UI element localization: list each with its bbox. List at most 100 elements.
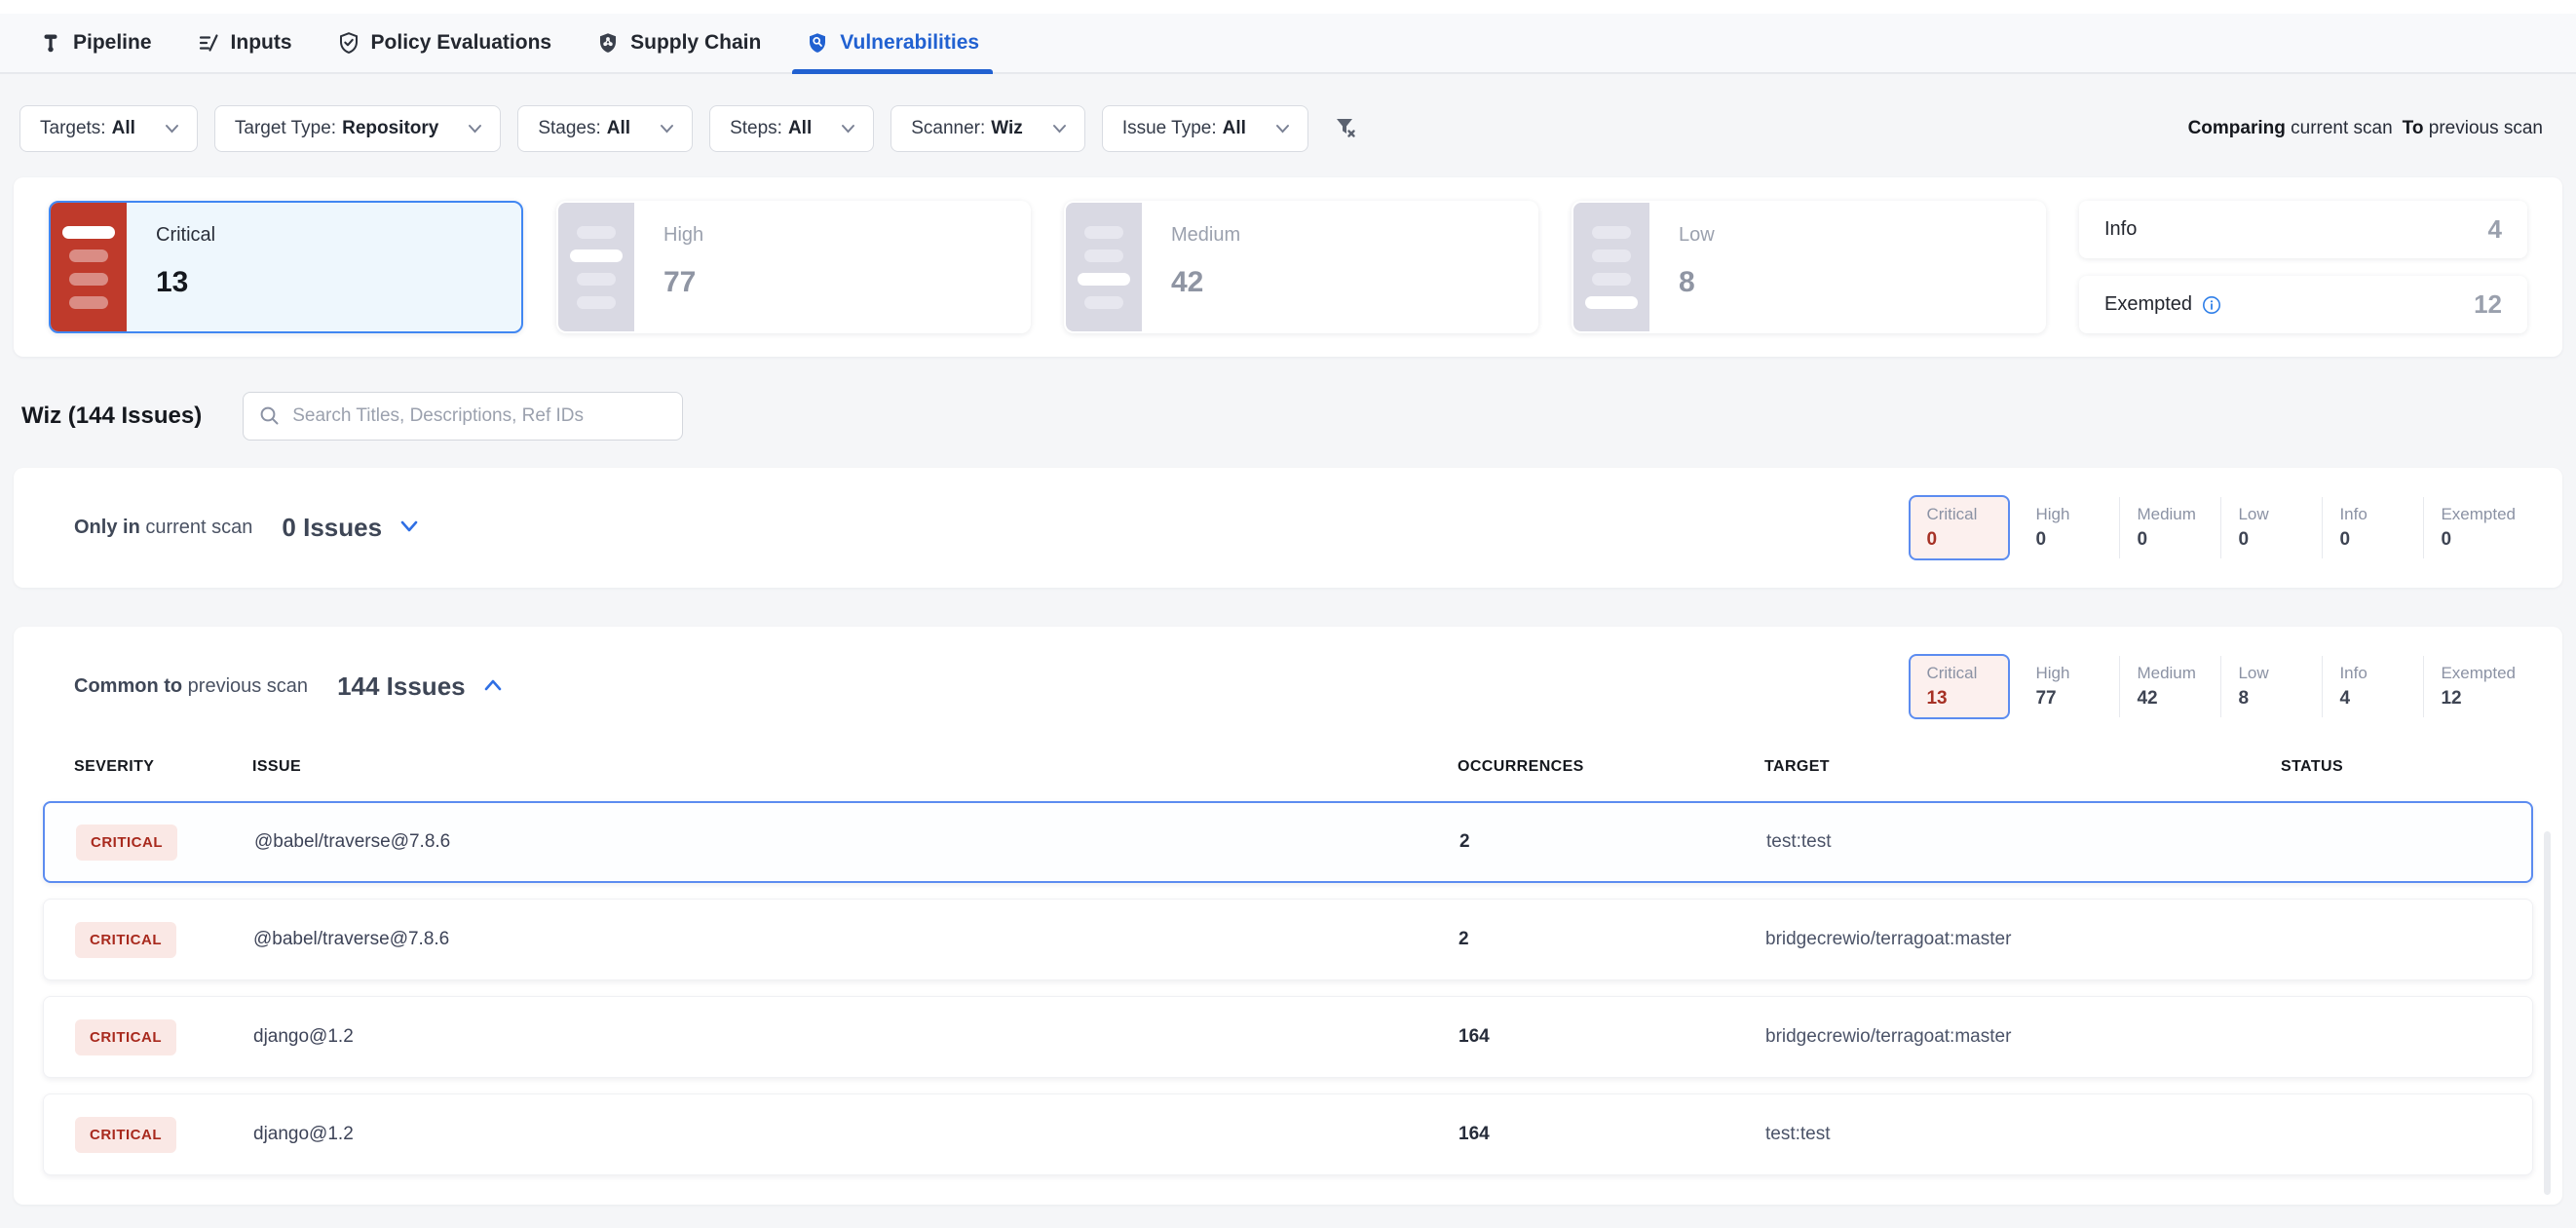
severity-card-label: Medium <box>1171 224 1240 247</box>
table-row[interactable]: CRITICAL django@1.2 164 bridgecrewio/ter… <box>43 996 2533 1078</box>
severity-meter-icon <box>1066 203 1142 331</box>
chip-high[interactable]: High 77 <box>2018 654 2119 719</box>
severity-card-label: Critical <box>156 224 215 247</box>
chip-medium[interactable]: Medium 42 <box>2119 654 2220 719</box>
occurrences-cell: 164 <box>1458 1026 1765 1048</box>
filter-text: Issue Type:All <box>1122 118 1246 139</box>
info-circle-icon[interactable] <box>2202 295 2221 315</box>
exempted-card[interactable]: Exempted 12 <box>2079 276 2527 333</box>
table-row[interactable]: CRITICAL @babel/traverse@7.8.6 2 bridgec… <box>43 899 2533 980</box>
severity-chips: Critical 0 High 0 Medium 0 Low 0 Info 0 … <box>1909 495 2533 560</box>
tab-policy-evaluations[interactable]: Policy Evaluations <box>337 14 552 72</box>
filter-steps[interactable]: Steps:All <box>709 105 874 152</box>
severity-badge: CRITICAL <box>76 825 177 861</box>
chip-low[interactable]: Low 8 <box>2220 654 2322 719</box>
inputs-icon <box>197 31 220 55</box>
expand-section-button[interactable] <box>398 518 421 538</box>
severity-card-value: 77 <box>663 266 703 299</box>
chevron-down-icon <box>660 124 674 134</box>
search-box <box>243 392 683 441</box>
tab-label: Supply Chain <box>630 31 761 55</box>
tab-supply-chain[interactable]: Supply Chain <box>596 14 761 72</box>
tab-vulnerabilities[interactable]: Vulnerabilities <box>806 14 979 72</box>
section-label: Only in current scan <box>74 517 252 539</box>
filter-scanner[interactable]: Scanner:Wiz <box>890 105 1085 152</box>
target-cell: test:test <box>1765 1124 2282 1145</box>
info-card[interactable]: Info 4 <box>2079 201 2527 258</box>
info-card-label: Info <box>2104 218 2137 241</box>
filter-targets[interactable]: Targets:All <box>19 105 198 152</box>
filter-target-type[interactable]: Target Type:Repository <box>214 105 501 152</box>
section-common-to-previous-scan: Common to previous scan 144 Issues Criti… <box>14 627 2562 1205</box>
table-scrollbar[interactable] <box>2544 831 2551 1195</box>
target-cell: test:test <box>1766 831 2283 853</box>
tab-inputs[interactable]: Inputs <box>197 14 292 72</box>
severity-meter-icon <box>558 203 634 331</box>
issue-cell: django@1.2 <box>253 1124 1458 1145</box>
severity-card-critical[interactable]: Critical 13 <box>49 201 523 333</box>
chip-low[interactable]: Low 0 <box>2220 495 2322 560</box>
exempted-card-label: Exempted <box>2104 293 2192 316</box>
chip-medium[interactable]: Medium 0 <box>2119 495 2220 560</box>
table-header-row: SEVERITY ISSUE OCCURRENCES TARGET STATUS <box>43 719 2533 776</box>
chip-info[interactable]: Info 4 <box>2322 654 2423 719</box>
pipeline-icon <box>39 31 62 55</box>
severity-card-value: 8 <box>1679 266 1715 299</box>
column-header-severity: SEVERITY <box>74 758 252 776</box>
target-cell: bridgecrewio/terragoat:master <box>1765 929 2282 950</box>
chevron-down-icon <box>1275 124 1290 134</box>
funnel-clear-icon <box>1333 115 1358 140</box>
section-issue-count: 144 Issues <box>337 672 466 702</box>
section-only-in-current-scan: Only in current scan 0 Issues Critical 0… <box>14 468 2562 588</box>
severity-meter-icon <box>51 203 127 331</box>
chip-high[interactable]: High 0 <box>2018 495 2119 560</box>
severity-chips: Critical 13 High 77 Medium 42 Low 8 Info… <box>1909 654 2533 719</box>
policy-shield-check-icon <box>337 31 360 55</box>
chevron-down-icon <box>841 124 855 134</box>
severity-meter-icon <box>1573 203 1649 331</box>
chevron-down-icon <box>468 124 482 134</box>
section-label: Common to previous scan <box>74 675 308 698</box>
filter-text: Scanner:Wiz <box>911 118 1023 139</box>
chevron-down-icon <box>399 519 419 533</box>
severity-summary-panel: Critical 13 High 77 Medium 42 Low 8 I <box>14 177 2562 357</box>
tab-pipeline[interactable]: Pipeline <box>39 14 152 72</box>
scanner-title: Wiz (144 Issues) <box>21 403 202 430</box>
severity-card-high[interactable]: High 77 <box>556 201 1031 333</box>
severity-card-label: Low <box>1679 224 1715 247</box>
chip-critical[interactable]: Critical 13 <box>1909 654 2010 719</box>
severity-card-medium[interactable]: Medium 42 <box>1064 201 1538 333</box>
column-header-status: STATUS <box>2281 758 2533 776</box>
clear-filters-button[interactable] <box>1329 111 1362 147</box>
info-card-value: 4 <box>2488 214 2502 245</box>
section-issue-count: 0 Issues <box>282 513 382 543</box>
vulnerabilities-shield-search-icon <box>806 31 829 55</box>
chip-critical[interactable]: Critical 0 <box>1909 495 2010 560</box>
chip-info[interactable]: Info 0 <box>2322 495 2423 560</box>
supply-chain-shield-icon <box>596 31 620 55</box>
occurrences-cell: 164 <box>1458 1124 1765 1145</box>
occurrences-cell: 2 <box>1458 929 1765 950</box>
table-row[interactable]: CRITICAL django@1.2 164 test:test <box>43 1094 2533 1175</box>
severity-badge: CRITICAL <box>75 922 176 958</box>
severity-badge: CRITICAL <box>75 1019 176 1055</box>
top-tab-bar: Pipeline Inputs Policy Evaluations <box>0 0 2576 74</box>
occurrences-cell: 2 <box>1459 831 1766 853</box>
collapse-section-button[interactable] <box>481 676 505 697</box>
column-header-issue: ISSUE <box>252 758 1458 776</box>
severity-card-value: 13 <box>156 266 215 299</box>
filter-issue-type[interactable]: Issue Type:All <box>1102 105 1308 152</box>
filter-toolbar: Targets:All Target Type:Repository Stage… <box>0 74 2576 152</box>
table-row[interactable]: CRITICAL @babel/traverse@7.8.6 2 test:te… <box>43 801 2533 883</box>
severity-card-low[interactable]: Low 8 <box>1572 201 2046 333</box>
chip-exempted[interactable]: Exempted 0 <box>2423 495 2533 560</box>
search-input[interactable] <box>243 392 683 441</box>
exempted-card-value: 12 <box>2474 289 2502 320</box>
tab-label: Pipeline <box>73 31 152 55</box>
tab-label: Inputs <box>231 31 292 55</box>
chevron-down-icon <box>1052 124 1067 134</box>
filter-stages[interactable]: Stages:All <box>517 105 693 152</box>
tab-label: Policy Evaluations <box>371 31 552 55</box>
comparing-label: Comparing current scanTo previous scan <box>2188 118 2543 139</box>
chip-exempted[interactable]: Exempted 12 <box>2423 654 2533 719</box>
